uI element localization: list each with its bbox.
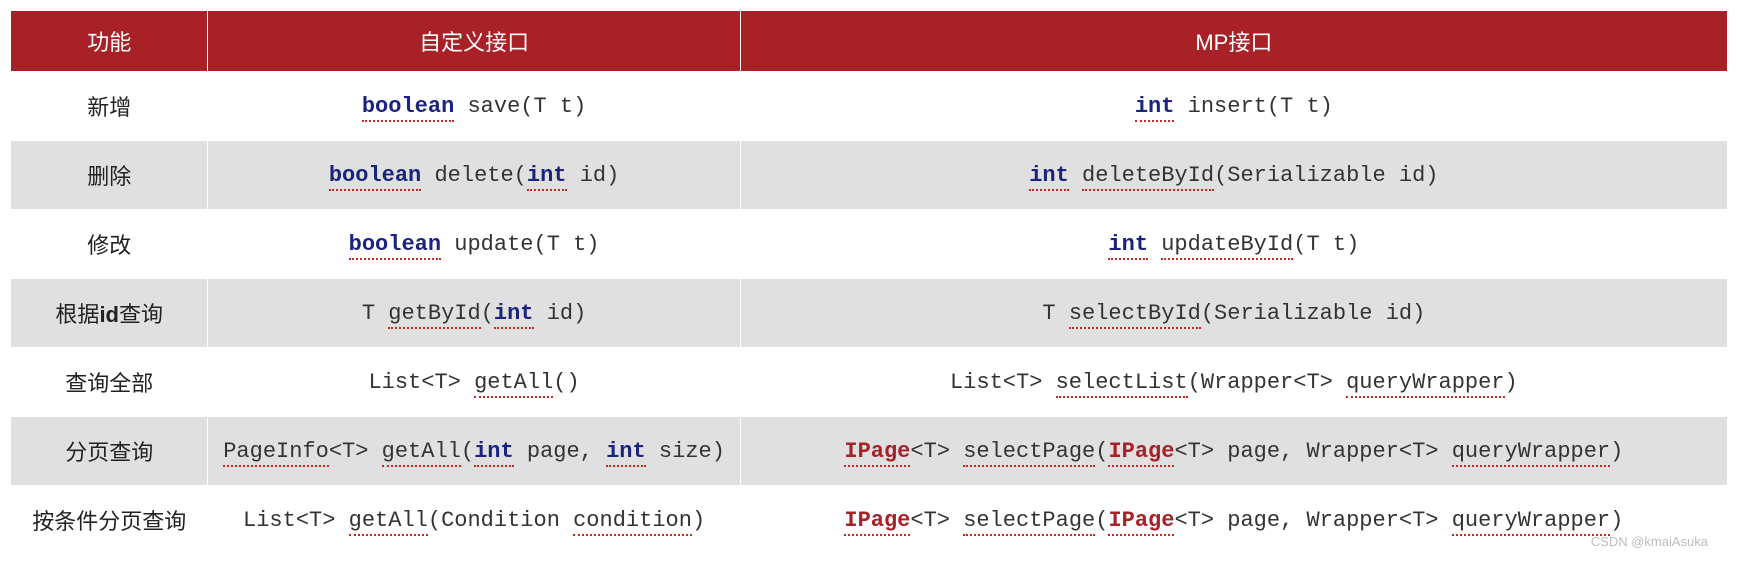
- comparison-table: 功能 自定义接口 MP接口 新增 boolean save(T t) int i…: [10, 10, 1728, 555]
- mp-cell: IPage<T> selectPage(IPage<T> page, Wrapp…: [740, 417, 1727, 486]
- mp-cell: int insert(T t): [740, 72, 1727, 141]
- table-row: 修改 boolean update(T t) int updateById(T …: [11, 210, 1728, 279]
- fn-cell: 删除: [11, 141, 208, 210]
- custom-cell: boolean update(T t): [208, 210, 740, 279]
- mp-cell: List<T> selectList(Wrapper<T> queryWrapp…: [740, 348, 1727, 417]
- custom-cell: PageInfo<T> getAll(int page, int size): [208, 417, 740, 486]
- header-custom: 自定义接口: [208, 11, 740, 72]
- mp-cell: int updateById(T t): [740, 210, 1727, 279]
- table-row: 根据id查询 T getById(int id) T selectById(Se…: [11, 279, 1728, 348]
- custom-cell: List<T> getAll(Condition condition): [208, 486, 740, 555]
- table-row: 删除 boolean delete(int id) int deleteById…: [11, 141, 1728, 210]
- table-header-row: 功能 自定义接口 MP接口: [11, 11, 1728, 72]
- custom-cell: List<T> getAll(): [208, 348, 740, 417]
- mp-cell: T selectById(Serializable id): [740, 279, 1727, 348]
- mp-cell: int deleteById(Serializable id): [740, 141, 1727, 210]
- table-row: 新增 boolean save(T t) int insert(T t): [11, 72, 1728, 141]
- table-row: 按条件分页查询 List<T> getAll(Condition conditi…: [11, 486, 1728, 555]
- fn-cell: 按条件分页查询: [11, 486, 208, 555]
- fn-cell: 新增: [11, 72, 208, 141]
- watermark: CSDN @kmaiAsuka: [1591, 534, 1708, 549]
- header-function: 功能: [11, 11, 208, 72]
- custom-cell: T getById(int id): [208, 279, 740, 348]
- fn-cell: 修改: [11, 210, 208, 279]
- fn-cell: 根据id查询: [11, 279, 208, 348]
- custom-cell: boolean save(T t): [208, 72, 740, 141]
- header-mp: MP接口: [740, 11, 1727, 72]
- custom-cell: boolean delete(int id): [208, 141, 740, 210]
- fn-cell: 分页查询: [11, 417, 208, 486]
- table-row: 查询全部 List<T> getAll() List<T> selectList…: [11, 348, 1728, 417]
- mp-cell: IPage<T> selectPage(IPage<T> page, Wrapp…: [740, 486, 1727, 555]
- fn-cell: 查询全部: [11, 348, 208, 417]
- table-row: 分页查询 PageInfo<T> getAll(int page, int si…: [11, 417, 1728, 486]
